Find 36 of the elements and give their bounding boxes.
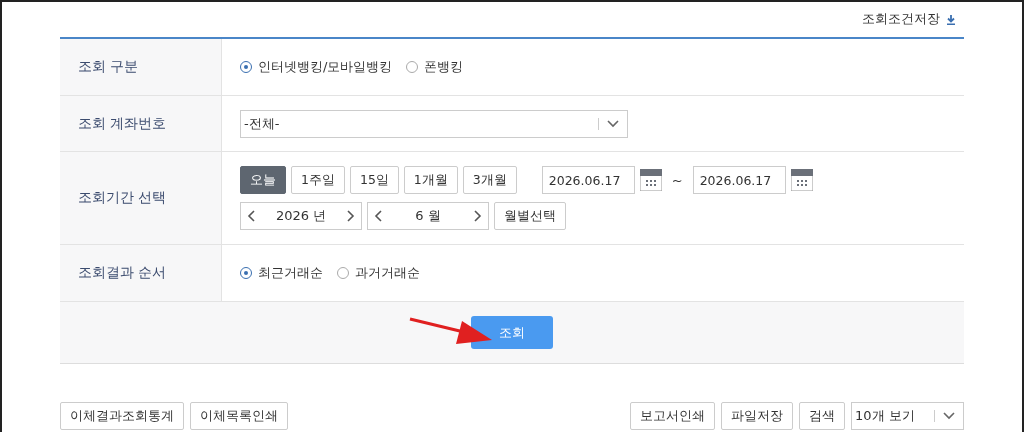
- date-field[interactable]: 2026.06.17: [692, 166, 786, 194]
- toolbar-button[interactable]: 보고서인쇄: [630, 402, 715, 430]
- period-button[interactable]: 1개월: [403, 166, 458, 194]
- period-button[interactable]: 오늘: [240, 166, 286, 194]
- toolbar-button[interactable]: 검색: [799, 402, 845, 430]
- radio-option[interactable]: 최근거래순: [240, 264, 323, 282]
- chevron-left-icon: [374, 210, 382, 222]
- radio-option[interactable]: 인터넷뱅킹/모바일뱅킹: [240, 58, 393, 76]
- toolbar-button[interactable]: 이체목록인쇄: [190, 402, 288, 430]
- radio-option[interactable]: 과거거래순: [337, 264, 420, 282]
- field-label: 조회 계좌번호: [60, 96, 222, 151]
- calendar-icon[interactable]: [639, 169, 662, 191]
- month-stepper[interactable]: 6 월: [367, 202, 489, 230]
- toolbar-button[interactable]: 파일저장: [721, 402, 793, 430]
- period-button[interactable]: 1주일: [291, 166, 345, 194]
- chevron-down-icon: [607, 119, 619, 128]
- account-select[interactable]: -전체-: [240, 109, 628, 138]
- chevron-left-icon: [247, 210, 255, 222]
- download-icon: [946, 14, 956, 25]
- period-button[interactable]: 15일: [349, 166, 399, 194]
- radio-option[interactable]: 폰뱅킹: [406, 58, 464, 76]
- save-conditions-link[interactable]: 조회조건저장: [854, 11, 964, 28]
- field-label: 조회기간 선택: [60, 152, 222, 244]
- chevron-down-icon: [943, 412, 955, 420]
- date-field[interactable]: 2026.06.17: [541, 166, 635, 194]
- toolbar-button[interactable]: 이체결과조회통계: [60, 402, 184, 430]
- field-label: 조회결과 순서: [60, 245, 222, 301]
- period-button[interactable]: 3개월: [462, 166, 517, 194]
- chevron-right-icon: [474, 210, 482, 222]
- page-size-select[interactable]: 10개 보기: [851, 402, 964, 430]
- range-separator: ~: [671, 172, 683, 188]
- monthly-select-button[interactable]: 월별선택: [494, 202, 566, 230]
- calendar-icon[interactable]: [790, 169, 813, 191]
- field-label: 조회 구분: [60, 39, 222, 95]
- chevron-right-icon: [347, 210, 355, 222]
- year-stepper[interactable]: 2026 년: [240, 202, 362, 230]
